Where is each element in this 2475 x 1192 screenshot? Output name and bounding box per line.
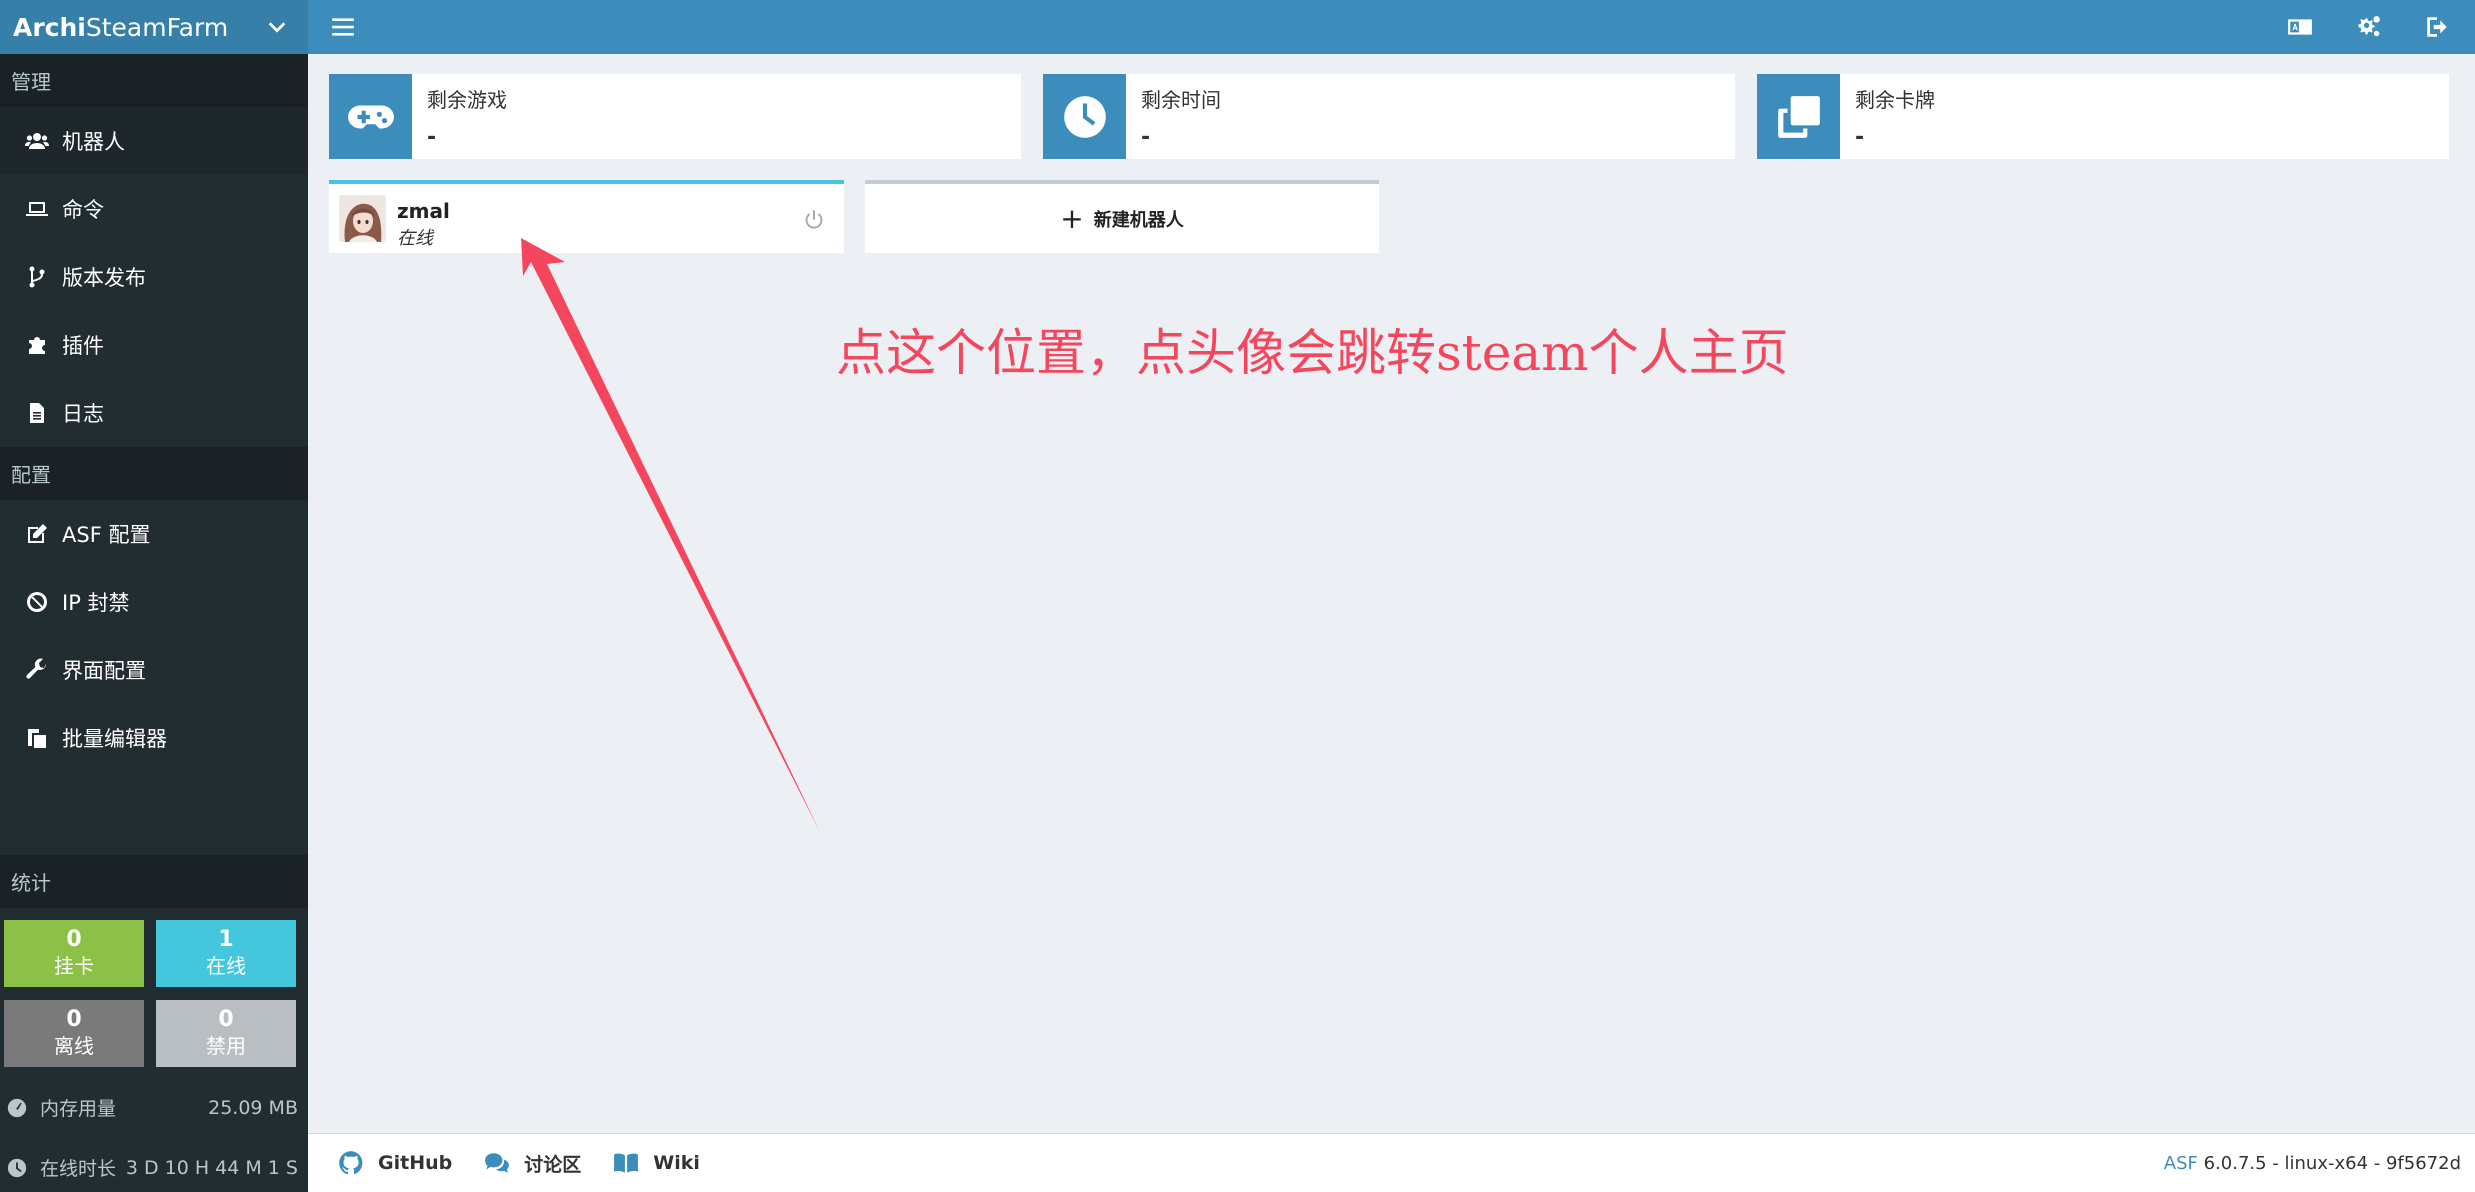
- sidebar-item-label: 日志: [62, 402, 104, 426]
- power-icon[interactable]: [802, 208, 826, 232]
- footer-link-discussion[interactable]: 讨论区: [484, 1150, 581, 1177]
- sidebar-item-label: ASF 配置: [62, 523, 151, 547]
- info-box-cards-left: 剩余卡牌 -: [1757, 74, 2449, 159]
- new-bot-button[interactable]: + 新建机器人: [865, 180, 1379, 253]
- version-info: ASF 6.0.7.5 - linux-x64 - 9f5672d: [2164, 1153, 2461, 1174]
- sidebar-item-label: 批量编辑器: [62, 727, 167, 751]
- plus-icon: +: [1060, 202, 1084, 235]
- laptop-icon: [24, 196, 50, 222]
- info-box-time-left: 剩余时间 -: [1043, 74, 1735, 159]
- info-box-games-left: 剩余游戏 -: [329, 74, 1021, 159]
- memory-usage: 内存用量 25.09 MB: [6, 1094, 298, 1121]
- stat-label: 离线: [54, 1034, 94, 1058]
- version-text: 6.0.7.5 - linux-x64 - 9f5672d: [2197, 1152, 2461, 1174]
- uptime-value: 3 D 10 H 44 M 1 S: [125, 1156, 298, 1179]
- sidebar-item-log[interactable]: 日志: [0, 379, 308, 447]
- bot-name[interactable]: zmal: [397, 199, 450, 223]
- users-icon: [24, 128, 50, 154]
- edit-icon: [24, 521, 50, 547]
- copy-icon: [24, 725, 50, 751]
- stat-count: 1: [218, 927, 234, 952]
- asf-link[interactable]: ASF: [2164, 1153, 2198, 1174]
- info-box-title: 剩余时间: [1141, 88, 1221, 112]
- footer: GitHub 讨论区 Wiki ASF 6.0.7.5 - linux-x64 …: [308, 1133, 2475, 1192]
- sidebar: ArchiSteamFarm 管理 机器人 命令 版本发布 插件 日志 配置 A…: [0, 0, 308, 1192]
- gamepad-icon: [329, 74, 412, 159]
- uptime: 在线时长 3 D 10 H 44 M 1 S: [6, 1154, 298, 1181]
- language-icon[interactable]: [2285, 12, 2315, 42]
- memory-label: 内存用量: [40, 1098, 117, 1120]
- puzzle-icon: [24, 332, 50, 358]
- sidebar-item-commands[interactable]: 命令: [0, 175, 308, 243]
- sidebar-item-label: 界面配置: [62, 659, 146, 683]
- sidebar-item-bots[interactable]: 机器人: [0, 107, 308, 175]
- github-icon: [339, 1151, 363, 1175]
- stat-farming: 0 挂卡: [4, 920, 144, 987]
- sidebar-item-label: 命令: [62, 198, 104, 222]
- sidebar-item-label: 插件: [62, 334, 104, 358]
- section-header-config: 配置: [0, 447, 308, 500]
- ban-icon: [24, 589, 50, 615]
- sidebar-item-ui-config[interactable]: 界面配置: [0, 636, 308, 704]
- section-header-manage: 管理: [0, 54, 308, 107]
- sidebar-item-plugins[interactable]: 插件: [0, 311, 308, 379]
- footer-link-github[interactable]: GitHub: [338, 1150, 452, 1176]
- code-branch-icon: [24, 264, 50, 290]
- sidebar-item-ip-ban[interactable]: IP 封禁: [0, 568, 308, 636]
- sidebar-item-releases[interactable]: 版本发布: [0, 243, 308, 311]
- annotation-arrow: [521, 238, 820, 832]
- bot-avatar[interactable]: [339, 195, 386, 242]
- footer-link-label: 讨论区: [524, 1153, 582, 1176]
- memory-value: 25.09 MB: [208, 1096, 298, 1119]
- chevron-down-icon[interactable]: [266, 16, 288, 38]
- new-bot-label: 新建机器人: [1093, 209, 1184, 231]
- footer-link-wiki[interactable]: Wiki: [613, 1150, 700, 1176]
- stat-online: 1 在线: [156, 920, 296, 987]
- top-navbar: [308, 0, 2475, 54]
- sidebar-item-asf-config[interactable]: ASF 配置: [0, 500, 308, 568]
- sidebar-item-label: IP 封禁: [62, 591, 130, 615]
- stat-count: 0: [66, 1007, 82, 1032]
- book-icon: [614, 1153, 639, 1173]
- hamburger-menu-icon[interactable]: [328, 12, 358, 42]
- annotation-text: 点这个位置，点头像会跳转steam个人主页: [836, 324, 1789, 382]
- info-box-title: 剩余卡牌: [1855, 88, 1935, 112]
- stat-count: 0: [66, 927, 82, 952]
- stat-label: 禁用: [206, 1034, 246, 1058]
- settings-gears-icon[interactable]: [2354, 12, 2384, 42]
- stat-label: 在线: [206, 954, 246, 978]
- tachometer-icon: [7, 1098, 27, 1117]
- bot-card[interactable]: zmal 在线: [329, 180, 844, 253]
- sidebar-item-mass-editor[interactable]: 批量编辑器: [0, 704, 308, 772]
- footer-link-label: GitHub: [378, 1152, 453, 1174]
- sign-out-icon[interactable]: [2422, 12, 2452, 42]
- info-box-value: -: [1855, 125, 1865, 150]
- sidebar-item-label: 机器人: [62, 130, 125, 154]
- section-header-stats: 统计: [0, 855, 308, 908]
- info-box-value: -: [427, 125, 437, 150]
- info-box-title: 剩余游戏: [427, 88, 507, 112]
- footer-link-label: Wiki: [653, 1152, 700, 1174]
- clock-icon: [7, 1158, 27, 1177]
- brand-title: ArchiSteamFarm: [13, 12, 229, 42]
- stat-disabled: 0 禁用: [156, 1000, 296, 1067]
- stat-label: 挂卡: [54, 954, 94, 978]
- uptime-label: 在线时长: [40, 1158, 117, 1180]
- clock-icon: [1043, 74, 1126, 159]
- clone-icon: [1757, 74, 1840, 159]
- sidebar-item-label: 版本发布: [62, 266, 146, 290]
- stat-count: 0: [218, 1007, 234, 1032]
- brand-header[interactable]: ArchiSteamFarm: [0, 0, 308, 54]
- stat-offline: 0 离线: [4, 1000, 144, 1067]
- info-box-value: -: [1141, 125, 1151, 150]
- bot-status: 在线: [397, 228, 433, 249]
- comments-icon: [485, 1153, 510, 1173]
- wrench-icon: [24, 657, 50, 683]
- file-icon: [24, 400, 50, 426]
